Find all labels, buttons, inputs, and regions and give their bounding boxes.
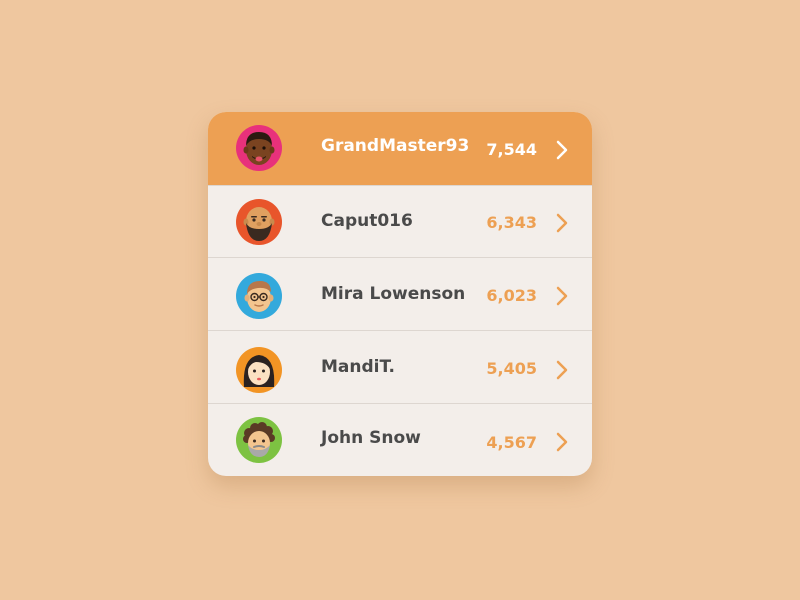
player-name: Mira Lowenson xyxy=(321,284,466,304)
player-score: 6,023 xyxy=(486,286,537,305)
avatar-curly-hair-man-icon xyxy=(236,417,282,463)
avatar-bald-bearded-man-icon xyxy=(236,199,282,245)
player-name: John Snow xyxy=(321,428,421,448)
chevron-right-icon[interactable] xyxy=(555,140,569,160)
chevron-right-icon[interactable] xyxy=(555,432,569,452)
chevron-right-icon[interactable] xyxy=(555,286,569,306)
player-name: Caput016 xyxy=(321,211,413,231)
player-score: 7,544 xyxy=(486,140,537,159)
player-score: 6,343 xyxy=(486,213,537,232)
leaderboard-row[interactable]: Caput016 6,343 xyxy=(208,185,592,258)
avatar-glasses-man-icon xyxy=(236,273,282,319)
player-score: 5,405 xyxy=(486,359,537,378)
player-name: GrandMaster93 xyxy=(321,136,470,156)
player-name: MandiT. xyxy=(321,357,395,377)
leaderboard-row[interactable]: GrandMaster93 7,544 xyxy=(208,112,592,185)
leaderboard-card: GrandMaster93 7,544 Caput016 6,343 Mira … xyxy=(208,112,592,476)
chevron-right-icon[interactable] xyxy=(555,360,569,380)
leaderboard-row[interactable]: MandiT. 5,405 xyxy=(208,330,592,404)
leaderboard-row[interactable]: John Snow 4,567 xyxy=(208,403,592,476)
avatar-dark-skin-man-icon xyxy=(236,125,282,171)
avatar-dark-hair-woman-icon xyxy=(236,347,282,393)
leaderboard-row[interactable]: Mira Lowenson 6,023 xyxy=(208,257,592,331)
player-score: 4,567 xyxy=(486,433,537,452)
chevron-right-icon[interactable] xyxy=(555,213,569,233)
